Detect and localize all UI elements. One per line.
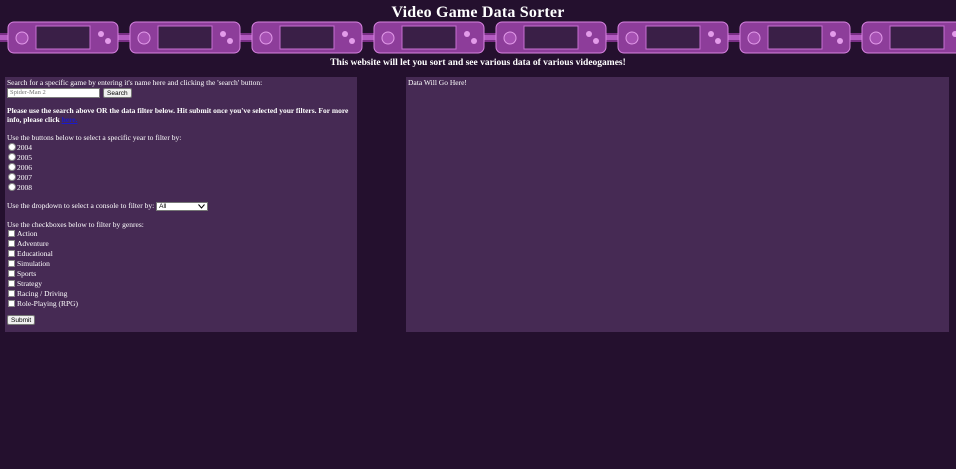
- console-graphic: [373, 21, 485, 54]
- year-option[interactable]: 2007: [7, 172, 355, 182]
- genre-option[interactable]: Strategy: [7, 279, 355, 289]
- year-radio[interactable]: [8, 183, 16, 191]
- genre-option[interactable]: Role-Playing (RPG): [7, 299, 355, 309]
- year-instruction: Use the buttons below to select a specif…: [7, 133, 182, 142]
- filter-note: Please use the search above OR the data …: [7, 106, 349, 124]
- genre-checkbox[interactable]: [8, 300, 15, 308]
- year-option[interactable]: 2004: [7, 142, 355, 152]
- console-graphic: [495, 21, 607, 54]
- console-graphic: [251, 21, 363, 54]
- console-filter-row: Use the dropdown to select a console to …: [7, 201, 355, 211]
- page-subtitle: This website will let you sort and see v…: [330, 58, 626, 68]
- console-graphic: [129, 21, 241, 54]
- console-instruction: Use the dropdown to select a console to …: [7, 201, 155, 210]
- console-graphic: [617, 21, 729, 54]
- genre-option[interactable]: Adventure: [7, 239, 355, 249]
- genre-option[interactable]: Simulation: [7, 259, 355, 269]
- year-option[interactable]: 2008: [7, 182, 355, 192]
- console-graphic: [861, 21, 956, 54]
- genre-option[interactable]: Educational: [7, 249, 355, 259]
- results-placeholder: Data Will Go Here!: [408, 78, 467, 87]
- genre-checkbox[interactable]: [8, 240, 15, 248]
- console-dropdown[interactable]: All: [156, 201, 209, 211]
- year-option[interactable]: 2005: [7, 152, 355, 162]
- genre-option[interactable]: Action: [7, 229, 355, 239]
- genre-instruction: Use the checkboxes below to filter by ge…: [7, 219, 144, 229]
- year-radio[interactable]: [8, 153, 16, 161]
- genre-checkbox[interactable]: [8, 260, 15, 268]
- year-radio[interactable]: [8, 143, 16, 151]
- console-graphic: [739, 21, 851, 54]
- results-panel: Data Will Go Here!: [406, 77, 949, 332]
- console-graphic: [7, 21, 119, 54]
- genre-checkbox[interactable]: [8, 270, 15, 278]
- genre-checkbox[interactable]: [8, 250, 15, 258]
- submit-button[interactable]: Submit: [7, 314, 36, 325]
- year-radio-group: 2004 2005 2006 2007 2008: [7, 142, 355, 192]
- filter-panel: Search for a specific game by entering i…: [5, 77, 357, 332]
- genre-option[interactable]: Racing / Driving: [7, 289, 355, 299]
- chevron-down-icon: [198, 203, 206, 209]
- search-input[interactable]: [7, 88, 100, 98]
- genre-checkbox[interactable]: [8, 230, 15, 238]
- genre-checkbox[interactable]: [8, 290, 15, 298]
- year-radio[interactable]: [8, 163, 16, 171]
- genre-option[interactable]: Sports: [7, 269, 355, 279]
- genre-checkbox-group: Action Adventure Educational Simulation …: [7, 229, 355, 309]
- search-instruction: Search for a specific game by entering i…: [7, 78, 263, 87]
- year-option[interactable]: 2006: [7, 162, 355, 172]
- genre-checkbox[interactable]: [8, 280, 15, 288]
- console-banner-image: [0, 21, 956, 54]
- year-radio[interactable]: [8, 173, 16, 181]
- more-info-link[interactable]: here.: [62, 115, 78, 124]
- search-button[interactable]: Search: [103, 88, 132, 98]
